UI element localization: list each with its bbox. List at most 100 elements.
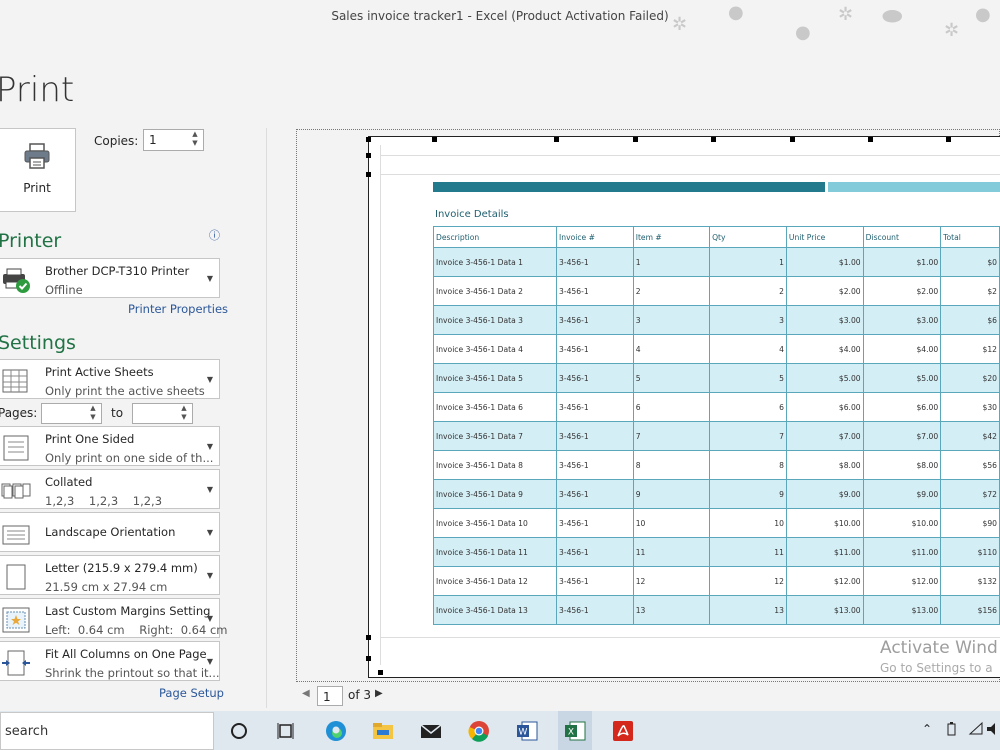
chevron-down-icon: ▼ <box>206 657 213 666</box>
table-cell: Invoice 3-456-1 Data 12 <box>432 566 558 596</box>
table-cell: $5.00 <box>862 363 942 393</box>
margin-handle[interactable] <box>633 137 638 142</box>
table-row: Invoice 3-456-1 Data 2 3-456-1 2 2 $2.00 $2.0… <box>432 276 1000 306</box>
margin-handle[interactable] <box>366 153 371 158</box>
page-number-input[interactable]: 1 <box>317 686 343 706</box>
table-row: Invoice 3-456-1 Data 6 3-456-1 6 6 $6.00 $6.0… <box>432 392 1000 422</box>
table-cell: $5.00 <box>785 363 864 393</box>
table-cell: $156 <box>940 595 1000 625</box>
scaling-dropdown[interactable]: Fit All Columns on One Page Shrink the p… <box>0 641 220 681</box>
printer-section-heading: Printer <box>0 230 62 252</box>
table-cell: $20 <box>940 363 1000 393</box>
printer-status: Offline <box>45 283 83 297</box>
page-title: Print <box>0 70 75 110</box>
pages-to-field[interactable]: ▲ ▼ <box>132 403 193 424</box>
table-cell: $42 <box>940 421 1000 451</box>
collated-icon <box>1 483 31 499</box>
printer-dropdown[interactable]: Brother DCP-T310 Printer Offline ▼ <box>0 258 220 298</box>
previous-page-icon[interactable]: ◀ <box>302 688 310 699</box>
table-cell: $132 <box>940 566 1000 596</box>
orientation-dropdown[interactable]: Landscape Orientation ▼ <box>0 512 220 552</box>
chevron-down-icon: ▼ <box>206 614 213 623</box>
print-scope-subtitle: Only print the active sheets <box>45 384 205 398</box>
battery-icon[interactable] <box>944 721 960 737</box>
margin-handle[interactable] <box>711 137 716 142</box>
margin-handle[interactable] <box>946 137 951 142</box>
top-margin-line <box>380 174 1000 175</box>
paper-size-dropdown[interactable]: Letter (215.9 x 279.4 mm) 21.59 cm x 27.… <box>0 555 220 595</box>
margin-handle[interactable] <box>378 670 383 675</box>
margin-handle[interactable] <box>790 137 795 142</box>
activation-watermark-title: Activate Wind <box>880 638 998 658</box>
chevron-up-icon[interactable]: ⌃ <box>922 722 932 736</box>
margin-handle[interactable] <box>366 137 371 142</box>
stepper-arrows-icon[interactable]: ▲ ▼ <box>179 404 189 422</box>
table-cell: $9.00 <box>862 479 942 509</box>
paper-icon <box>6 564 26 590</box>
margin-handle[interactable] <box>366 172 371 177</box>
sides-dropdown[interactable]: Print One Sided Only print on one side o… <box>0 426 220 466</box>
table-cell: $2.00 <box>862 276 942 306</box>
file-explorer-icon[interactable] <box>370 718 396 744</box>
table-cell: 3-456-1 <box>556 566 634 596</box>
column-header: Unit Price <box>785 226 864 248</box>
table-cell: 12 <box>632 566 711 596</box>
page-setup-link[interactable]: Page Setup <box>159 686 224 700</box>
margin-handle[interactable] <box>554 137 559 142</box>
page-count-label: of 3 <box>348 688 372 702</box>
info-icon[interactable]: ⓘ <box>209 227 220 243</box>
stepper-arrows-icon[interactable]: ▲ ▼ <box>88 404 98 422</box>
decorative-dot-icon: ● <box>975 4 991 25</box>
printer-properties-link[interactable]: Printer Properties <box>128 302 228 316</box>
edge-icon[interactable] <box>323 718 349 744</box>
margin-handle[interactable] <box>432 137 437 142</box>
invoice-title: Invoice Details <box>435 209 509 220</box>
taskbar-search-box[interactable]: search <box>0 712 214 750</box>
margin-handle[interactable] <box>868 137 873 142</box>
table-row: Invoice 3-456-1 Data 5 3-456-1 5 5 $5.00 $5.0… <box>432 363 1000 393</box>
next-page-icon[interactable]: ▶ <box>375 688 383 699</box>
table-row: Invoice 3-456-1 Data 1 3-456-1 1 1 $1.00 $1.0… <box>432 247 1000 277</box>
margin-handle[interactable] <box>366 656 371 661</box>
table-cell: 8 <box>709 450 787 480</box>
cortana-icon[interactable] <box>226 718 252 744</box>
pane-divider <box>266 128 267 708</box>
acrobat-icon[interactable] <box>610 718 636 744</box>
wifi-icon[interactable] <box>968 721 984 737</box>
column-header: Description <box>432 226 558 248</box>
volume-icon[interactable] <box>986 721 1000 737</box>
table-cell: 3-456-1 <box>556 363 634 393</box>
task-view-icon[interactable] <box>273 718 299 744</box>
chrome-icon[interactable] <box>466 718 492 744</box>
print-scope-dropdown[interactable]: Print Active Sheets Only print the activ… <box>0 359 220 399</box>
table-cell: $13.00 <box>862 595 942 625</box>
collation-dropdown[interactable]: Collated 1,2,3 1,2,3 1,2,3 ▼ <box>0 469 220 509</box>
excel-icon[interactable]: X <box>562 718 588 744</box>
decorative-crab-icon: ✲ <box>672 14 688 35</box>
table-cell: $0 <box>940 247 1000 277</box>
scaling-subtitle: Shrink the printout so that it... <box>45 666 220 680</box>
mail-icon[interactable] <box>418 718 444 744</box>
table-cell: 2 <box>632 276 711 306</box>
table-cell: Invoice 3-456-1 Data 3 <box>432 305 558 335</box>
table-cell: 5 <box>632 363 711 393</box>
decorative-crab-icon: ✲ <box>838 4 854 25</box>
table-cell: $56 <box>940 450 1000 480</box>
word-icon[interactable]: W <box>514 718 540 744</box>
printer-ready-icon <box>3 268 30 293</box>
margin-handle[interactable] <box>366 635 371 640</box>
printer-name: Brother DCP-T310 Printer <box>45 264 190 278</box>
chevron-down-icon: ▼ <box>206 274 213 283</box>
table-cell: 9 <box>632 479 711 509</box>
margins-dropdown[interactable]: Last Custom Margins Setting Left: 0.64 c… <box>0 598 227 638</box>
table-row: Invoice 3-456-1 Data 4 3-456-1 4 4 $4.00 $4.0… <box>432 334 1000 364</box>
table-cell: 3-456-1 <box>556 479 634 509</box>
table-cell: $7.00 <box>862 421 942 451</box>
stepper-arrows-icon[interactable]: ▲ ▼ <box>190 130 200 148</box>
table-cell: $6 <box>940 305 1000 335</box>
pages-from-field[interactable]: ▲ ▼ <box>41 403 102 424</box>
copies-stepper[interactable]: 1 ▲ ▼ <box>143 129 204 151</box>
title-bar: Sales invoice tracker1 - Excel (Product … <box>0 0 1000 43</box>
table-row: Invoice 3-456-1 Data 11 3-456-1 11 11 $11.00… <box>432 537 1000 567</box>
print-button[interactable]: Print <box>0 128 76 212</box>
